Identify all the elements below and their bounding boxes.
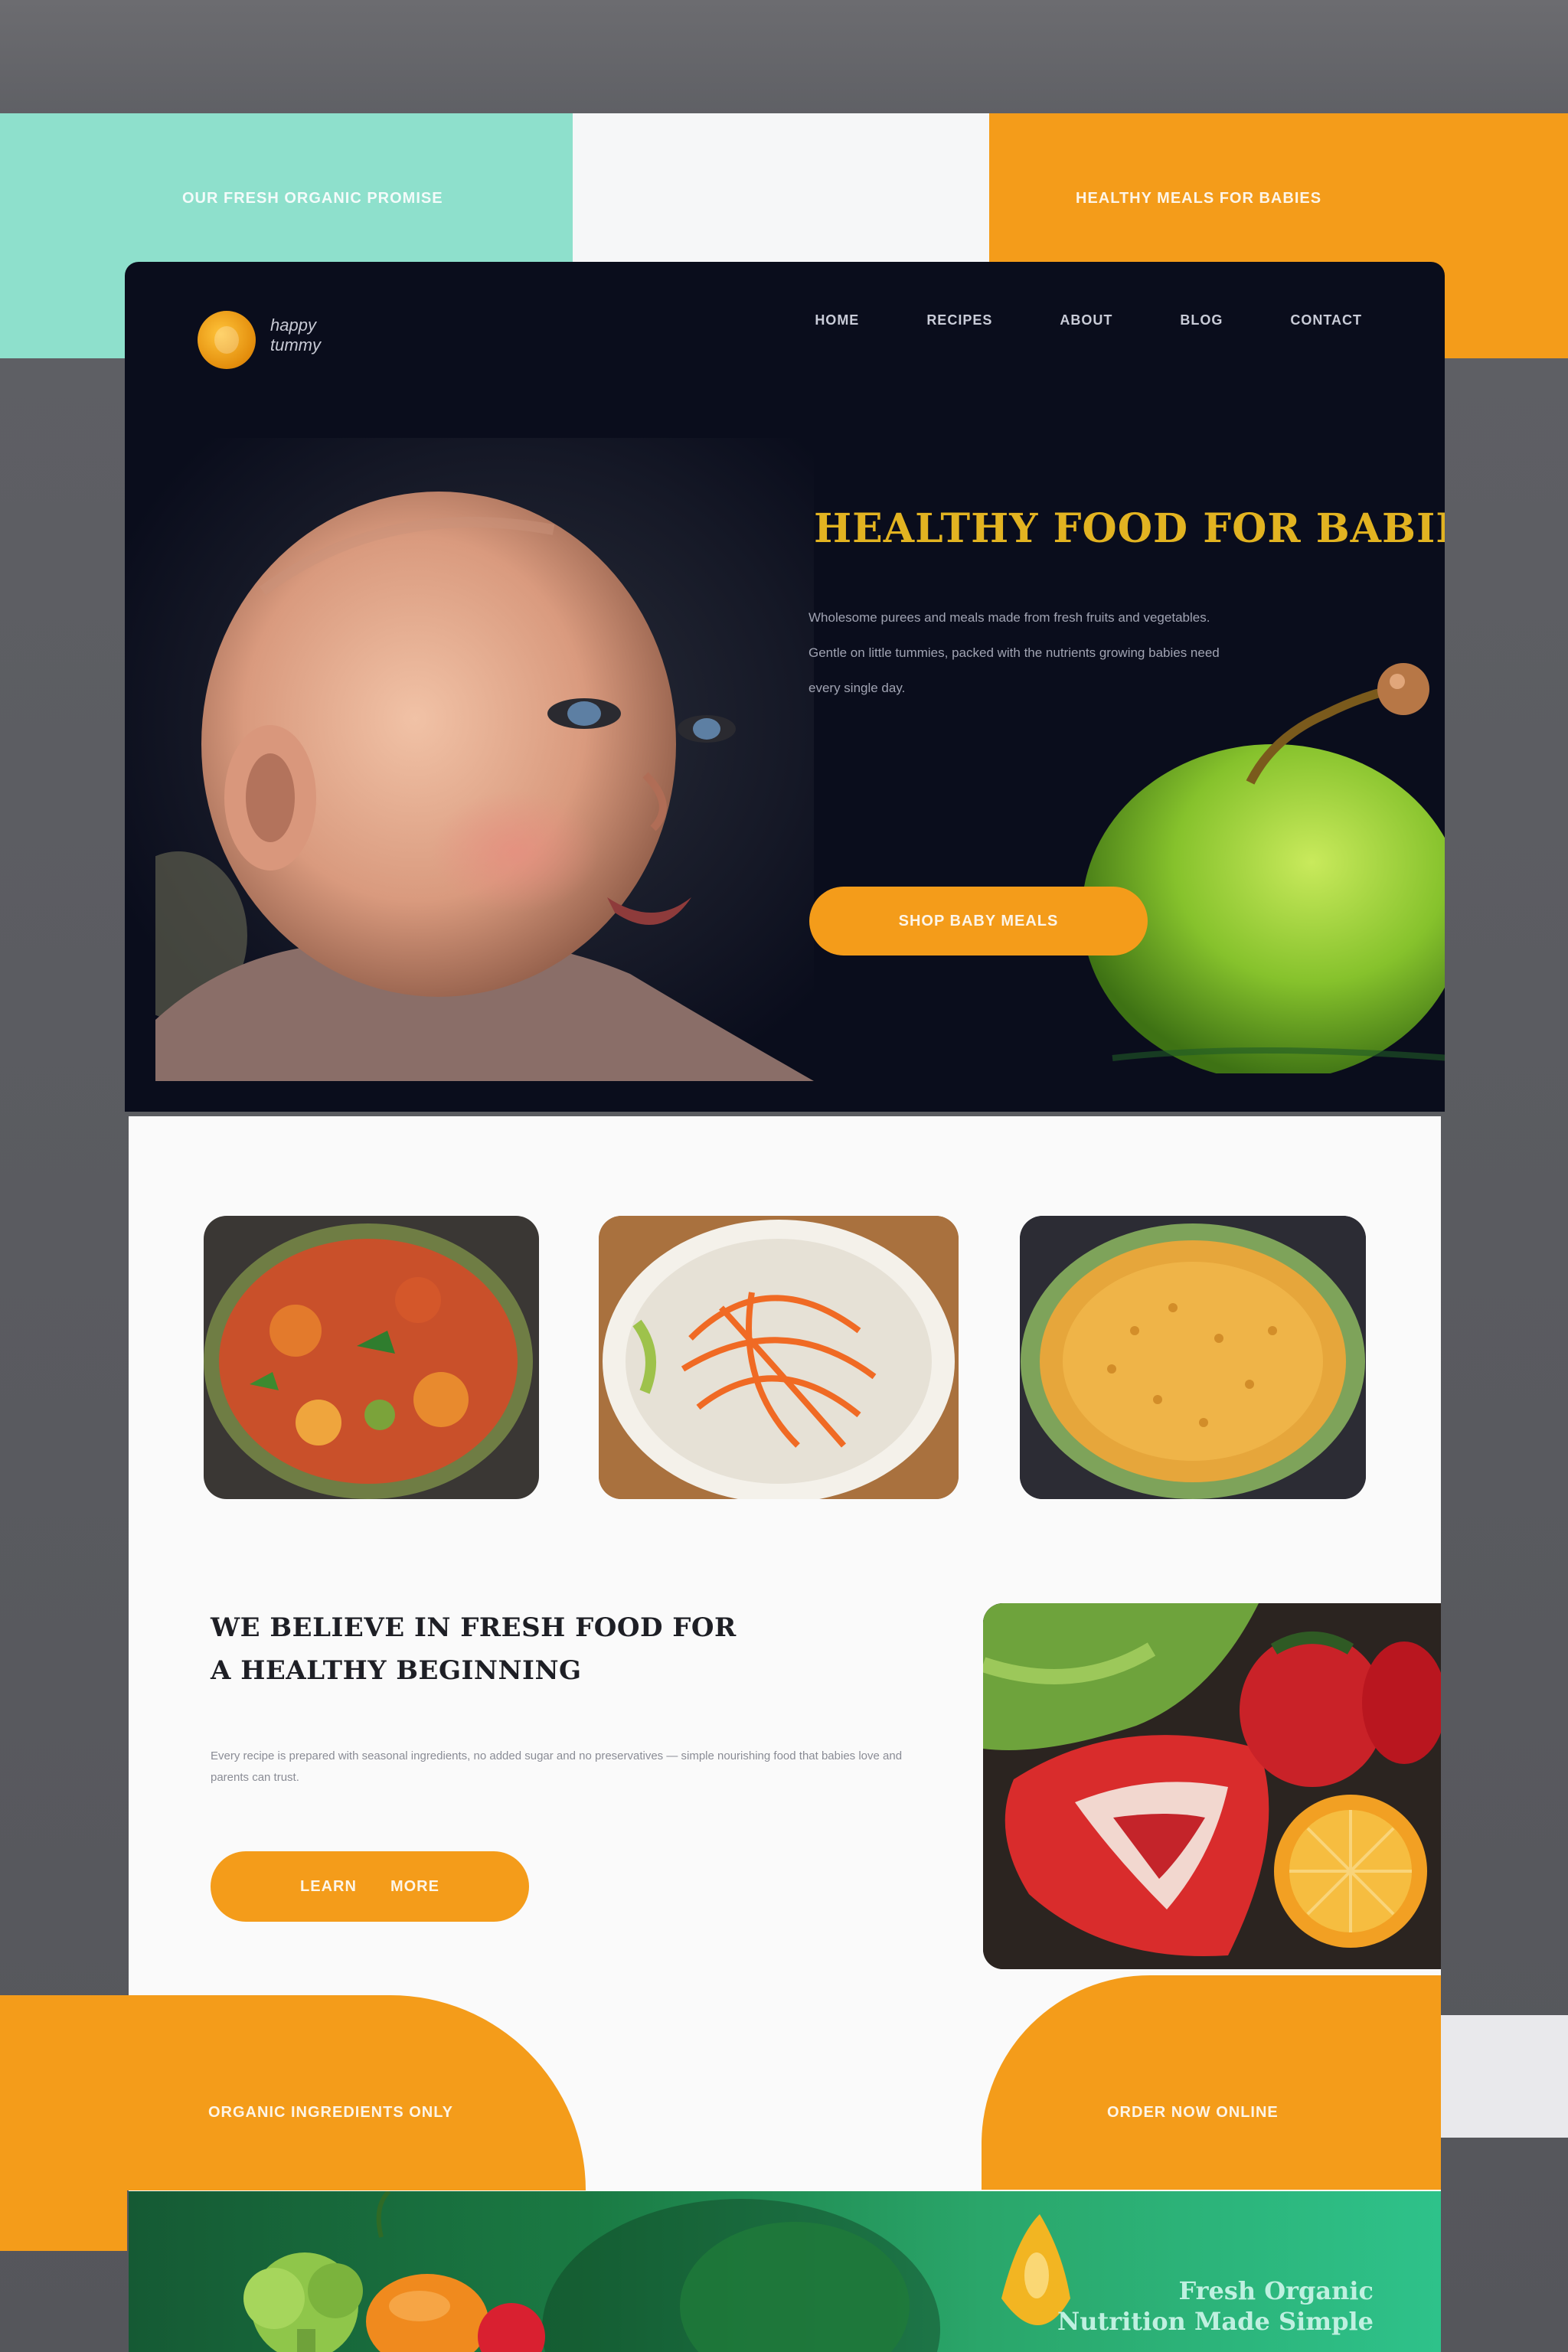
banner-line-1: Fresh Organic — [1178, 2276, 1374, 2305]
nav-home[interactable]: Home — [815, 312, 859, 328]
logo-icon[interactable] — [198, 311, 256, 369]
banner-text: Fresh Organic Nutrition Made Simple — [1057, 2275, 1374, 2337]
food-card-carrot-salad[interactable] — [599, 1216, 959, 1499]
food-card-vegetable-stew[interactable] — [204, 1216, 539, 1499]
bottom-left-label: ORGANIC INGREDIENTS ONLY — [208, 2104, 453, 2121]
nav-recipes[interactable]: Recipes — [926, 312, 992, 328]
logo-line-2: tummy — [270, 335, 321, 354]
bottom-right-orange-blob — [982, 1975, 1441, 2190]
banner-line-2: Nutrition Made Simple — [1057, 2307, 1374, 2336]
hero-cta-label: SHOP BABY MEALS — [898, 912, 1059, 929]
green-banner: Fresh Organic Nutrition Made Simple — [129, 2191, 1441, 2352]
food-card-grain-bowl[interactable] — [1020, 1216, 1366, 1499]
hero-section: happy tummy Home Recipes About Blog Cont… — [125, 262, 1445, 1112]
logo-wordmark[interactable]: happy tummy — [270, 315, 321, 355]
featured-heading: WE BELIEVE IN FRESH FOOD FOR A HEALTHY B… — [211, 1612, 737, 1686]
nav-about[interactable]: About — [1060, 312, 1112, 328]
top-band-white — [573, 113, 989, 263]
right-side-panel — [1441, 2015, 1568, 2138]
logo-line-1: happy — [270, 315, 316, 335]
top-band-left-label: OUR FRESH ORGANIC PROMISE — [182, 190, 443, 207]
featured-cta-right-label: More — [390, 1877, 439, 1895]
main-nav: Home Recipes About Blog Contact — [815, 312, 1362, 328]
baby-photo — [155, 492, 814, 1081]
featured-cta-left-label: Learn — [300, 1877, 357, 1895]
featured-cta-button[interactable]: Learn More — [211, 1851, 529, 1922]
hero-title: HEALTHY FOOD FOR BABIES — [814, 505, 1445, 552]
carrot-salad-image — [599, 1216, 959, 1499]
nav-blog[interactable]: Blog — [1180, 312, 1223, 328]
top-band-right-label: HEALTHY MEALS FOR BABIES — [1076, 190, 1322, 207]
hero-description: Wholesome purees and meals made from fre… — [808, 610, 1220, 695]
vegetable-stew-image — [204, 1223, 533, 1499]
hero-cta-button[interactable]: SHOP BABY MEALS — [809, 887, 1148, 956]
strawberry-orange-image — [983, 1603, 1441, 1969]
featured-description: Every recipe is prepared with seasonal i… — [211, 1749, 903, 1784]
grain-bowl-image — [1020, 1216, 1366, 1499]
green-apple-image — [1082, 663, 1445, 1073]
fruit-photo — [983, 1603, 1441, 1969]
bottom-right-label: ORDER NOW ONLINE — [1107, 2104, 1279, 2121]
nav-contact[interactable]: Contact — [1290, 312, 1362, 328]
